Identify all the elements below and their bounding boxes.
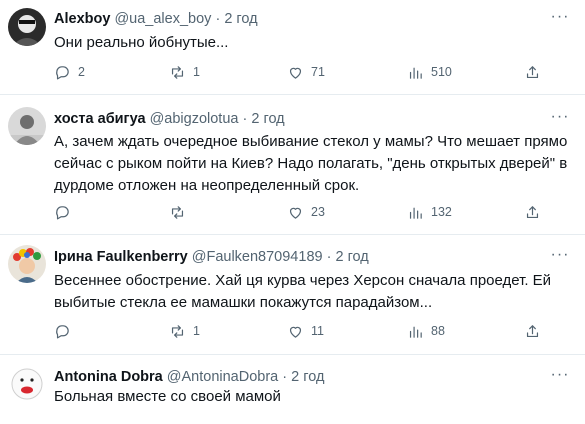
tweet[interactable]: Antonina Dobra @AntoninaDobra · 2 год ··… [0,355,585,424]
reply-button[interactable]: 2 [54,62,85,82]
user-handle[interactable]: @ua_alex_boy [114,11,211,27]
retweet-count: 1 [193,324,200,338]
retweet-icon [171,324,184,338]
action-bar: 2 1 71 510 [54,62,569,82]
view-count: 132 [431,205,452,219]
tweet[interactable]: хоста абигуа @abigzolotua · 2 год ··· А,… [0,95,585,235]
views-chart-icon [409,326,422,338]
separator-dot: · [215,11,221,27]
person-avatar-icon [8,107,46,145]
avatar[interactable] [8,365,46,403]
view-count: 510 [431,65,452,79]
heart-icon [289,67,302,79]
cartoon-face-avatar-icon [8,365,46,403]
reply-icon [56,205,69,219]
replies-feed: Alexboy @ua_alex_boy · 2 год ··· Они реа… [0,0,585,424]
heart-icon [289,207,302,219]
action-bar: 23 132 [54,202,569,222]
user-handle[interactable]: @Faulken87094189 [192,249,323,265]
flower-wreath-avatar-icon [8,245,46,283]
like-button[interactable]: 23 [287,202,325,222]
display-name[interactable]: Antonina Dobra [54,369,163,385]
dark-avatar-icon [8,8,46,46]
views-chart-icon [409,67,422,79]
heart-icon [289,326,302,338]
reply-count: 2 [78,65,85,79]
retweet-button[interactable]: 1 [169,321,200,341]
retweet-button[interactable] [169,202,193,222]
tweet-header: Alexboy @ua_alex_boy · 2 год [54,10,545,28]
tweet-header: хоста абигуа @abigzolotua · 2 год [54,110,545,128]
share-button[interactable] [524,62,541,82]
retweet-count: 1 [193,65,200,79]
views-chart-icon [409,207,422,219]
views-button[interactable]: 510 [407,62,452,82]
share-button[interactable] [524,321,541,341]
separator-dot: · [282,369,288,385]
timestamp[interactable]: 2 год [224,11,257,27]
tweet-text: Весеннее обострение. Хай ця курва через … [54,272,552,311]
avatar[interactable] [8,8,46,46]
more-dots-icon[interactable]: ··· [549,367,571,386]
avatar[interactable] [8,107,46,145]
reply-icon [56,324,69,338]
display-name[interactable]: хоста абигуа [54,111,146,127]
like-count: 71 [311,65,325,79]
more-dots-icon[interactable]: ··· [549,109,571,128]
views-button[interactable]: 88 [407,321,445,341]
share-icon [526,324,539,337]
retweet-icon [171,205,184,219]
tweet[interactable]: Ірина Faulkenberry @Faulken87094189 · 2 … [0,235,585,355]
reply-button[interactable] [54,202,78,222]
user-handle[interactable]: @abigzolotua [150,111,239,127]
user-handle[interactable]: @AntoninaDobra [167,369,278,385]
more-dots-icon[interactable]: ··· [549,9,571,28]
views-button[interactable]: 132 [407,202,452,222]
tweet-header: Ірина Faulkenberry @Faulken87094189 · 2 … [54,248,545,266]
share-button[interactable] [524,202,541,222]
share-icon [526,205,539,218]
like-button[interactable]: 71 [287,62,325,82]
avatar[interactable] [8,245,46,283]
tweet-text: Больная вместе со своей мамой [54,388,281,405]
tweet-header: Antonina Dobra @AntoninaDobra · 2 год [54,368,545,386]
display-name[interactable]: Ірина Faulkenberry [54,249,188,265]
reply-button[interactable] [54,321,78,341]
timestamp[interactable]: 2 год [251,111,284,127]
like-count: 11 [311,324,324,338]
timestamp[interactable]: 2 год [335,249,368,265]
reply-icon [56,65,69,79]
timestamp[interactable]: 2 год [291,369,324,385]
action-bar: 1 11 88 [54,321,569,341]
tweet-text: А, зачем ждать очередное выбивание стеко… [54,133,568,194]
more-dots-icon[interactable]: ··· [549,247,571,266]
tweet[interactable]: Alexboy @ua_alex_boy · 2 год ··· Они реа… [0,0,585,95]
share-icon [526,65,539,78]
retweet-icon [171,65,184,79]
display-name[interactable]: Alexboy [54,11,110,27]
like-button[interactable]: 11 [287,321,324,341]
view-count: 88 [431,324,445,338]
like-count: 23 [311,205,325,219]
separator-dot: · [242,111,248,127]
tweet-text: Они реально йобнутые... [54,34,229,51]
retweet-button[interactable]: 1 [169,62,200,82]
separator-dot: · [326,249,332,265]
